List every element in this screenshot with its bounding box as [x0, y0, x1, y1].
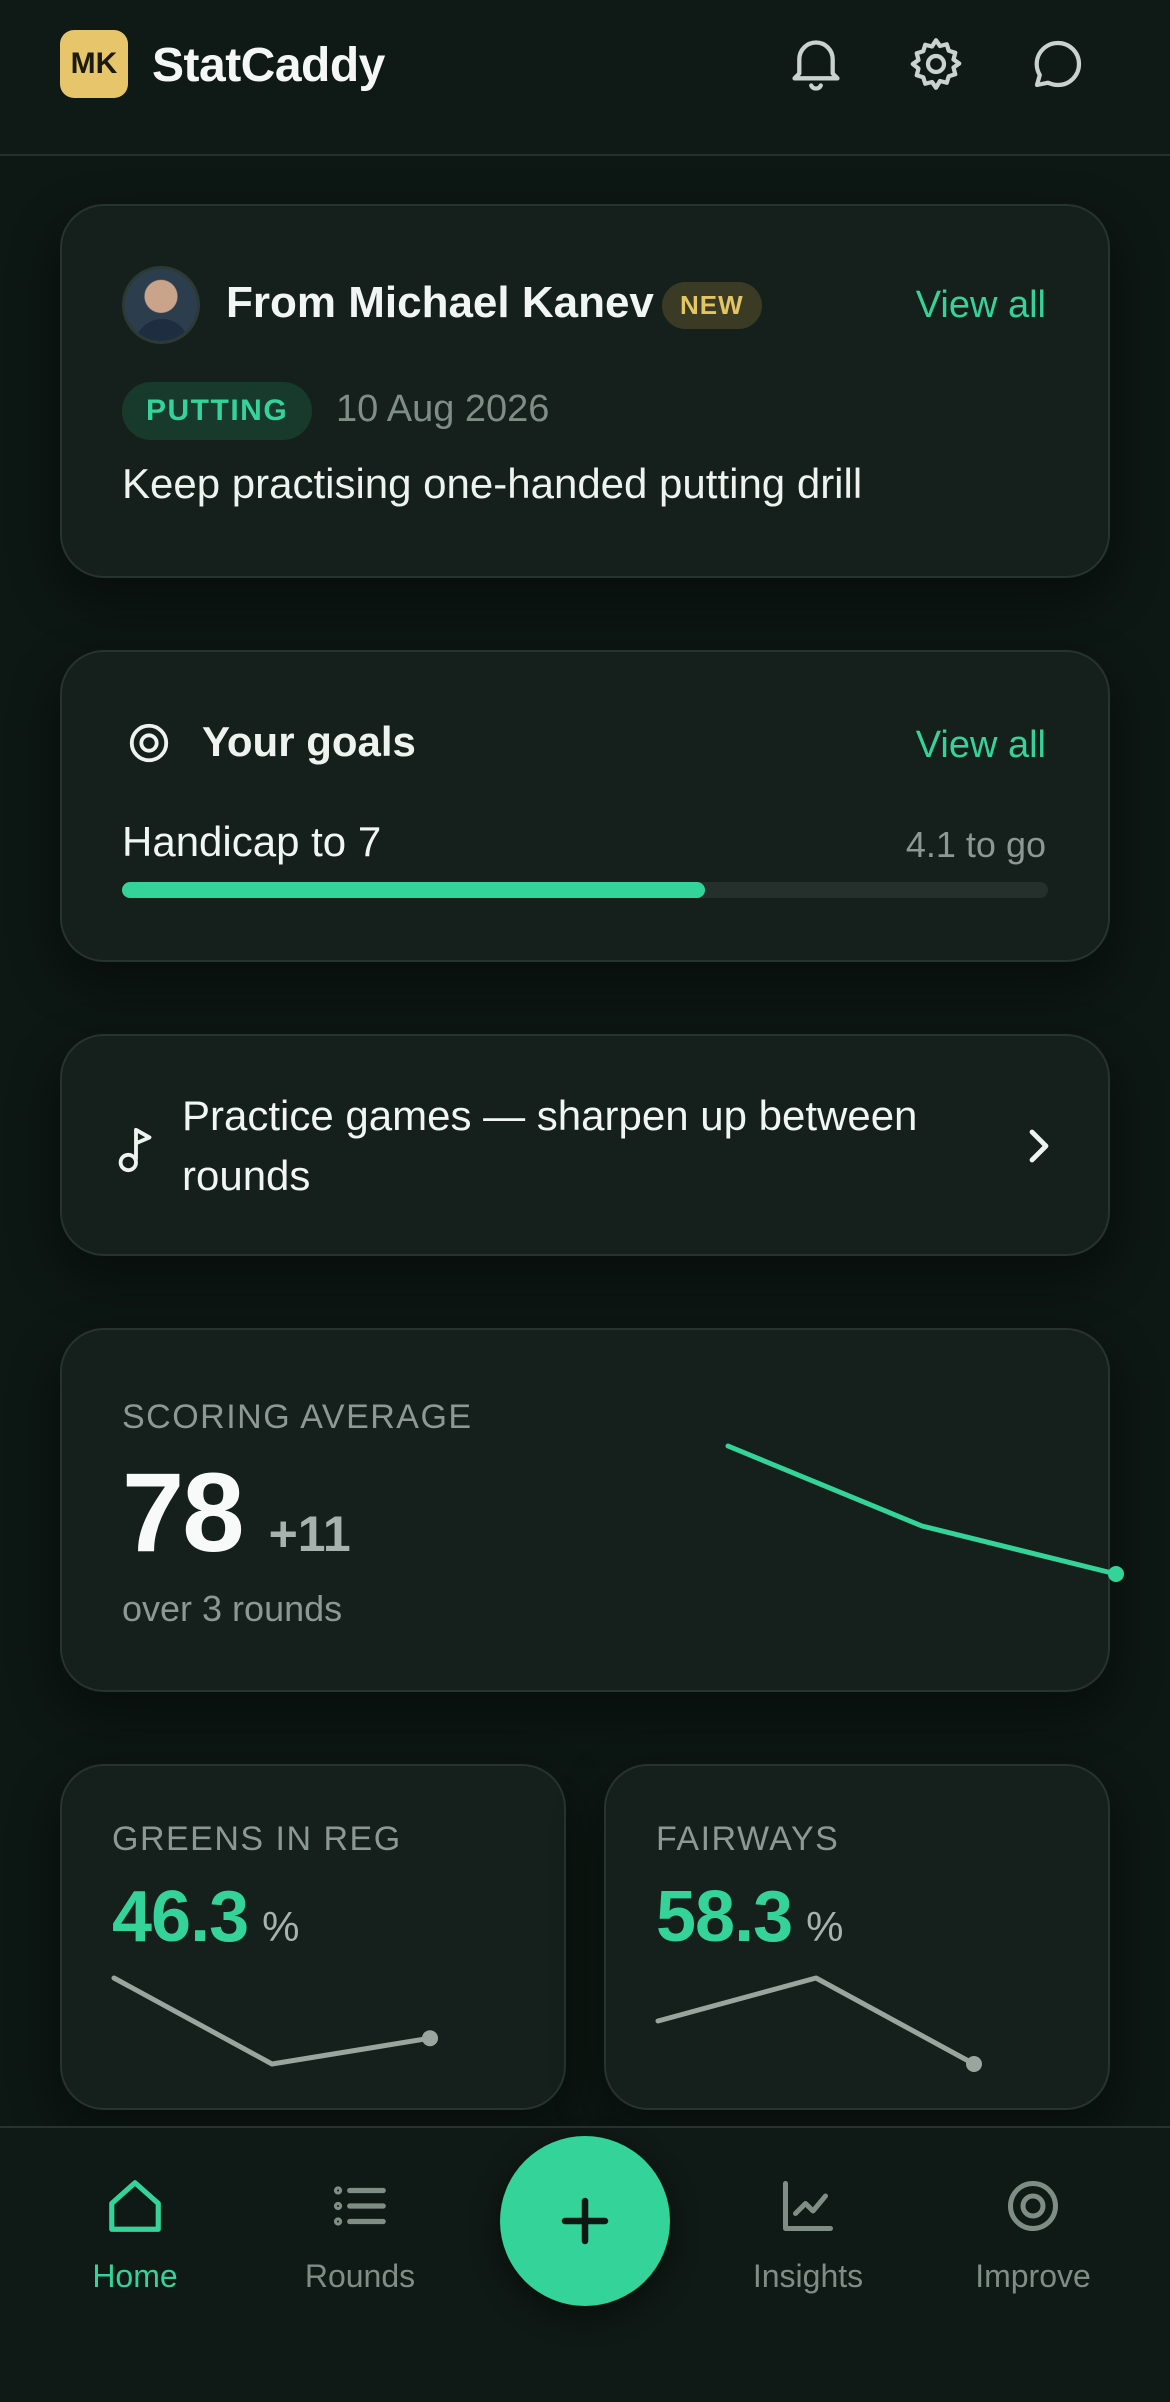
greens-unit: %: [262, 1903, 300, 1950]
user-initials-badge[interactable]: MK: [60, 30, 128, 98]
practice-games-text: Practice games — sharpen up between roun…: [182, 1092, 918, 1199]
practice-games-card[interactable]: Practice games — sharpen up between roun…: [60, 1034, 1110, 1256]
greens-trend-line: [111, 1975, 433, 2067]
nav-rounds[interactable]: Rounds: [260, 2168, 460, 2295]
chevron-right-icon: [1024, 1124, 1052, 1173]
target-icon: [126, 720, 172, 771]
greens-label: GREENS IN REG: [112, 1820, 402, 1858]
message-tag: PUTTING: [122, 382, 313, 440]
fairways-label: FAIRWAYS: [656, 1820, 840, 1858]
message-sender: From Michael Kanev: [226, 278, 654, 327]
scoring-trend-line: [725, 1443, 1119, 1577]
scoring-average-delta: +11: [268, 1506, 351, 1562]
scoring-average-value: 78: [122, 1450, 245, 1575]
golf-flag-icon: [114, 1124, 158, 1179]
fairways-trend-sparkline: [655, 1975, 982, 2072]
nav-improve-label: Improve: [975, 2258, 1091, 2294]
new-badge: NEW: [662, 282, 762, 329]
coach-message-card[interactable]: From Michael Kanev NEW View all PUTTING …: [60, 204, 1110, 578]
nav-improve[interactable]: Improve: [933, 2168, 1133, 2295]
top-bar: MK StatCaddy: [0, 0, 1170, 156]
gear-icon[interactable]: [904, 32, 968, 96]
message-view-all-link[interactable]: View all: [916, 284, 1046, 327]
message-date: 10 Aug 2026: [336, 388, 550, 430]
scoring-trend-last-point: [1108, 1566, 1124, 1582]
goals-title: Your goals: [202, 718, 416, 765]
goals-view-all-link[interactable]: View all: [916, 724, 1046, 767]
chart-icon: [708, 2168, 908, 2244]
fairways-trend-last-point: [966, 2056, 982, 2072]
goal-remaining: 4.1 to go: [905, 824, 1046, 865]
chat-icon[interactable]: [1026, 32, 1090, 96]
bell-icon[interactable]: [784, 32, 848, 96]
add-round-button[interactable]: [500, 2136, 670, 2306]
fairways-card[interactable]: FAIRWAYS 58.3 %: [604, 1764, 1110, 2110]
bottom-navigation: Home Rounds Insights Improve: [0, 2126, 1170, 2402]
greens-trend-sparkline: [111, 1975, 438, 2067]
app-title: StatCaddy: [152, 39, 385, 92]
goal-progress-bar: [122, 882, 1048, 898]
scoring-average-card[interactable]: SCORING AVERAGE 78 +11 over 3 rounds: [60, 1328, 1124, 1692]
nav-rounds-label: Rounds: [304, 2258, 416, 2294]
greens-in-reg-card[interactable]: GREENS IN REG 46.3 %: [60, 1764, 566, 2110]
scoring-average-label: SCORING AVERAGE: [122, 1398, 473, 1436]
nav-insights-label: Insights: [752, 2258, 864, 2294]
target-icon: [933, 2168, 1133, 2244]
coach-avatar: [122, 266, 200, 344]
fairways-value: 58.3: [656, 1877, 793, 1957]
message-body: Keep practising one-handed putting drill: [122, 460, 863, 507]
list-icon: [260, 2168, 460, 2244]
greens-value: 46.3: [112, 1877, 249, 1957]
nav-home[interactable]: Home: [35, 2168, 235, 2295]
nav-insights[interactable]: Insights: [708, 2168, 908, 2295]
home-icon: [35, 2168, 235, 2244]
nav-home-label: Home: [92, 2258, 178, 2294]
fairways-unit: %: [806, 1903, 844, 1950]
goal-name: Handicap to 7: [122, 818, 382, 865]
goal-progress-fill: [122, 882, 706, 898]
scoring-average-sub: over 3 rounds: [122, 1588, 343, 1629]
goals-card[interactable]: Your goals View all Handicap to 7 4.1 to…: [60, 650, 1110, 962]
fairways-trend-line: [655, 1975, 977, 2067]
greens-trend-last-point: [422, 2030, 438, 2047]
scoring-trend-sparkline: [725, 1443, 1124, 1582]
plus-icon: [561, 2197, 609, 2245]
